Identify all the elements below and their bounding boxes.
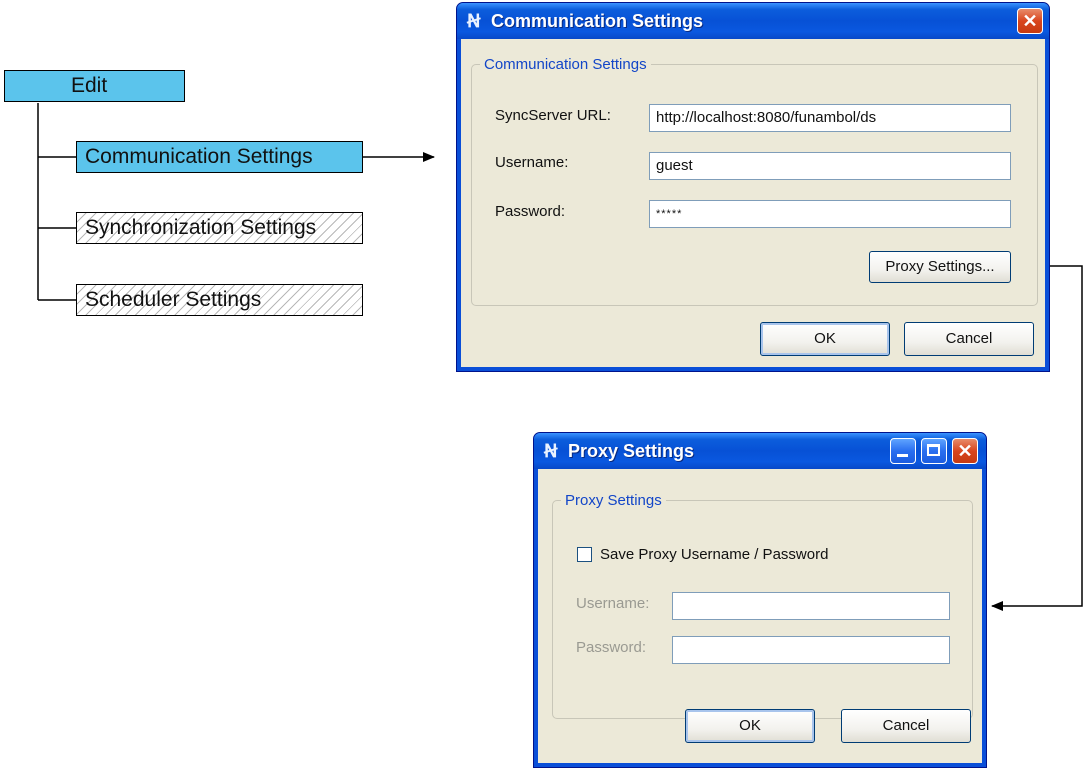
tree-item-communication-settings[interactable]: Communication Settings (76, 141, 363, 173)
proxy-password-label: Password: (576, 639, 647, 656)
close-icon: ✕ (957, 441, 973, 461)
minimize-icon (897, 454, 908, 457)
app-logo-icon: Ꞥ (544, 441, 558, 461)
save-proxy-credentials-checkbox[interactable] (577, 547, 592, 562)
window-title: Communication Settings (491, 11, 704, 31)
close-button[interactable]: ✕ (1017, 8, 1043, 34)
window-body: Proxy Settings Save Proxy Username / Pas… (538, 469, 982, 763)
syncserver-url-field[interactable]: http://localhost:8080/funambol/ds (649, 104, 1011, 132)
proxy-username-label: Username: (576, 595, 650, 612)
minimize-button[interactable] (890, 438, 916, 464)
title-bar[interactable]: Ꞥ Communication Settings ✕ (457, 3, 1049, 39)
tree-item-synchronization-settings[interactable]: Synchronization Settings (76, 212, 363, 244)
proxy-password-field[interactable] (672, 636, 950, 664)
ok-button[interactable]: OK (760, 322, 890, 356)
window-body: Communication Settings SyncServer URL: h… (461, 39, 1045, 367)
username-field[interactable]: guest (649, 152, 1011, 180)
maximize-icon (927, 444, 940, 456)
tree-item-scheduler-settings[interactable]: Scheduler Settings (76, 284, 363, 316)
ok-button[interactable]: OK (685, 709, 815, 743)
tree-item-label: Synchronization Settings (85, 216, 317, 239)
window-title: Proxy Settings (568, 441, 695, 461)
password-label: Password: (495, 203, 566, 220)
proxy-settings-window: Ꞥ Proxy Settings ✕ Proxy Settings Save P… (533, 432, 987, 768)
cancel-button[interactable]: Cancel (841, 709, 971, 743)
cancel-button[interactable]: Cancel (904, 322, 1034, 356)
syncserver-url-label: SyncServer URL: (495, 107, 611, 124)
proxy-username-field[interactable] (672, 592, 950, 620)
close-icon: ✕ (1022, 11, 1038, 31)
communication-settings-window: Ꞥ Communication Settings ✕ Communication… (456, 2, 1050, 372)
group-label: Communication Settings (484, 56, 647, 73)
maximize-button[interactable] (921, 438, 947, 464)
tree-item-label: Communication Settings (85, 145, 313, 168)
proxy-settings-button[interactable]: Proxy Settings... (869, 251, 1011, 283)
password-field[interactable]: ***** (649, 200, 1011, 228)
username-label: Username: (495, 154, 569, 171)
app-logo-icon: Ꞥ (467, 11, 481, 31)
close-button[interactable]: ✕ (952, 438, 978, 464)
title-bar[interactable]: Ꞥ Proxy Settings ✕ (534, 433, 986, 469)
group-label: Proxy Settings (565, 492, 662, 509)
tree-item-label: Scheduler Settings (85, 288, 262, 311)
save-proxy-credentials-label[interactable]: Save Proxy Username / Password (600, 546, 828, 563)
tree-root-label: Edit (71, 74, 108, 97)
tree-root-edit[interactable]: Edit (4, 70, 185, 102)
